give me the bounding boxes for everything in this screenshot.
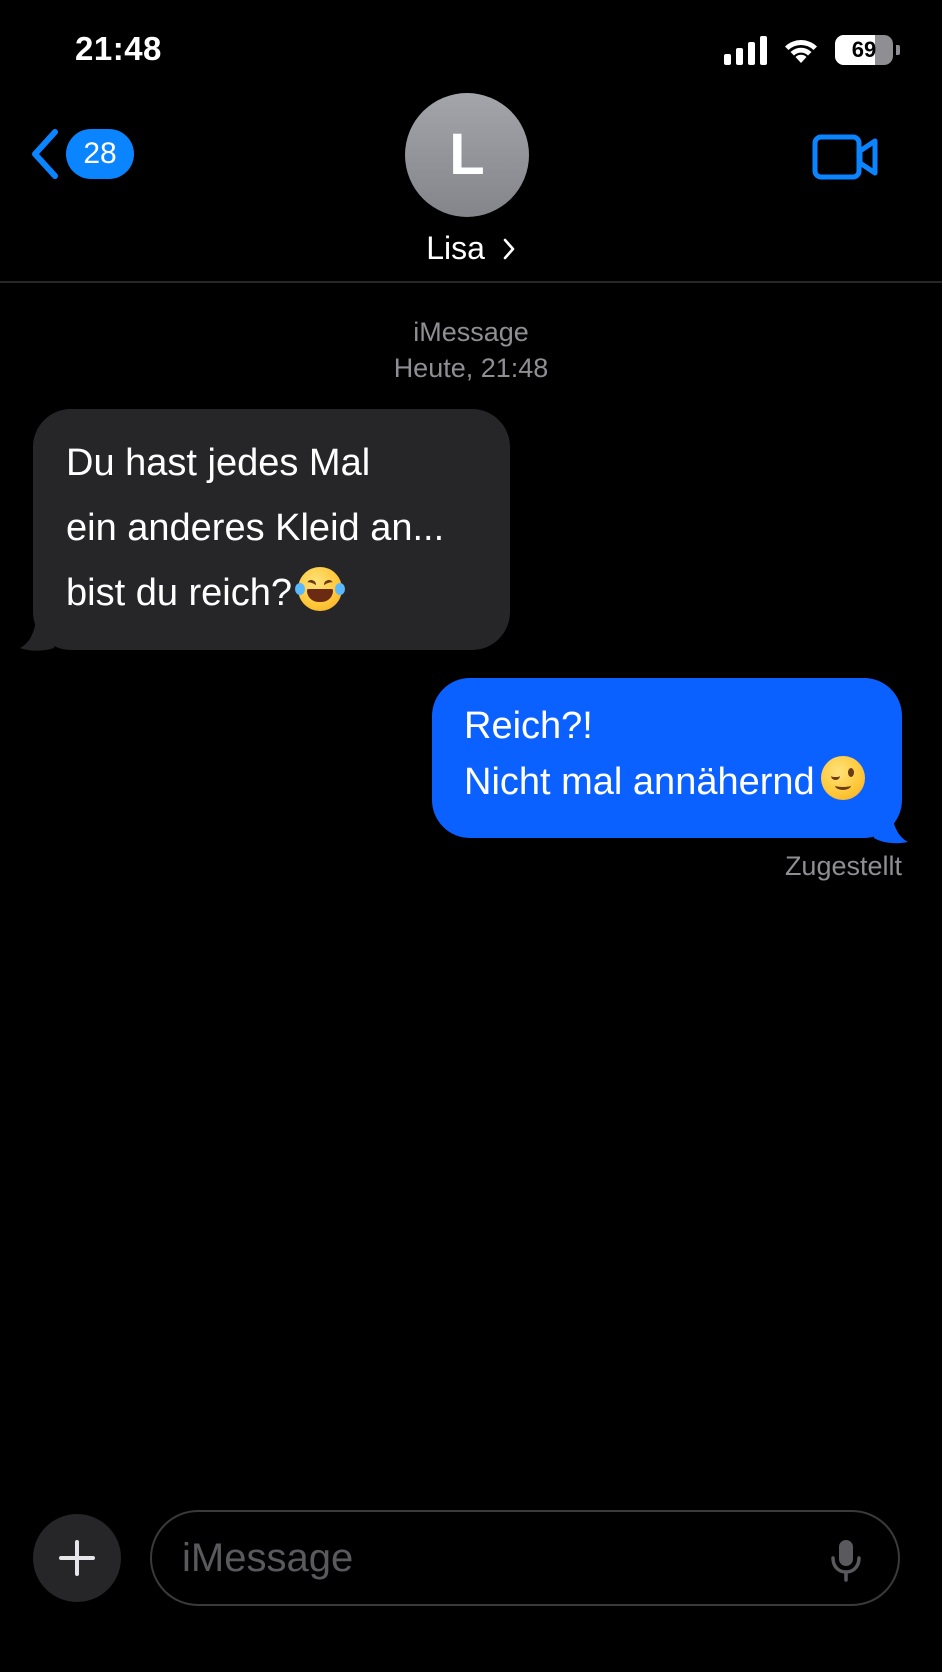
status-time: 21:48 (75, 30, 162, 67)
avatar[interactable]: L (405, 93, 529, 217)
back-button[interactable]: 28 (30, 128, 134, 180)
contact-name: Lisa (426, 230, 485, 266)
message-compose-field[interactable] (150, 1510, 900, 1606)
message-input[interactable] (182, 1512, 782, 1604)
message-timestamp: Heute, 21:48 (393, 353, 549, 383)
unread-count-badge: 28 (66, 129, 134, 179)
thread-info: iMessage Heute, 21:48 (0, 314, 942, 386)
apps-plus-button[interactable] (33, 1514, 121, 1602)
face-with-tears-of-joy-emoji (295, 567, 346, 611)
message-line: Nicht mal annähernd (464, 761, 815, 803)
message-line: Reich?! (464, 705, 593, 747)
status-indicators: 69 (724, 30, 900, 70)
battery-percentage: 69 (851, 37, 877, 62)
video-camera-icon (812, 134, 878, 180)
message-line: bist du reich? (66, 572, 293, 614)
cellular-signal-icon (724, 35, 767, 65)
battery-cap (896, 45, 900, 55)
header-divider (0, 281, 942, 283)
microphone-icon (831, 1540, 861, 1582)
battery-icon: 69 (835, 35, 893, 65)
chevron-right-icon (503, 238, 515, 259)
contact-name-button[interactable]: Lisa (0, 228, 942, 268)
plus-icon (59, 1540, 95, 1576)
service-label: iMessage (413, 317, 529, 347)
incoming-message-bubble[interactable]: Du hast jedes Mal ein anderes Kleid an..… (33, 409, 510, 650)
facetime-video-button[interactable] (812, 134, 880, 185)
dictation-button[interactable] (830, 1538, 862, 1587)
message-line: Du hast jedes Mal (66, 442, 371, 484)
delivery-status: Zugestellt (784, 851, 902, 881)
message-line: ein anderes Kleid an... (66, 507, 445, 549)
outgoing-message-bubble[interactable]: Reich?! Nicht mal annähernd (432, 678, 902, 838)
wifi-icon (781, 35, 821, 65)
winking-face-emoji (820, 756, 865, 800)
chevron-left-icon (32, 129, 58, 179)
